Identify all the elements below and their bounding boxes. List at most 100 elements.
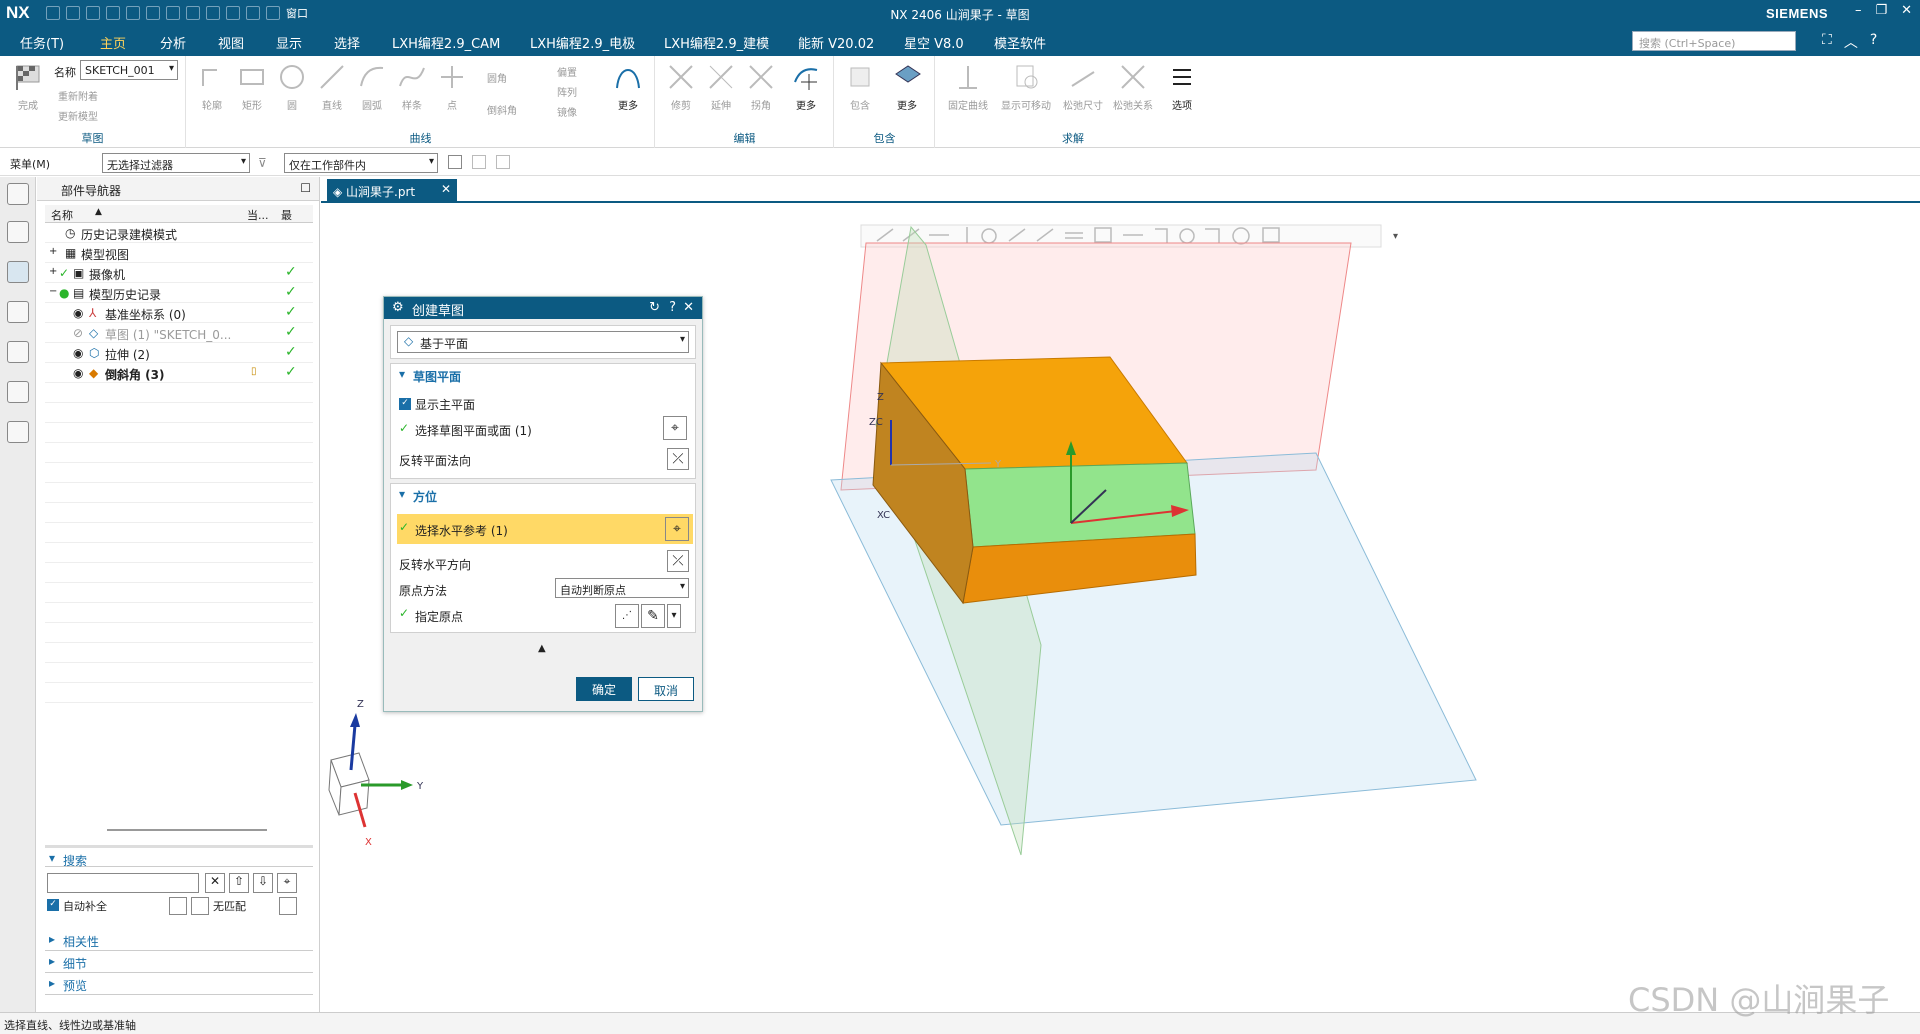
details-section[interactable]: 细节 (45, 951, 313, 973)
minimize-icon[interactable]: – (1855, 3, 1862, 18)
tab-select[interactable]: 选择 (334, 33, 360, 52)
settings-icon[interactable] (7, 183, 29, 205)
show-plane-checkbox[interactable]: ✓ (399, 398, 411, 410)
reverse-normal-icon[interactable]: ⤫ (667, 448, 689, 470)
reattach-button[interactable]: 重新附着 (58, 88, 98, 103)
tree-row[interactable]: − ● ▤ 模型历史记录 ✓ (45, 283, 313, 303)
column-latest[interactable]: 最 (281, 207, 292, 223)
menu-dropdown[interactable]: 菜单(M) (10, 156, 50, 172)
history-icon[interactable] (7, 341, 29, 363)
tree-row[interactable]: + ▦ 模型视图 (45, 243, 313, 263)
part-navigator-icon[interactable] (7, 261, 29, 283)
web-browser-icon[interactable] (7, 381, 29, 403)
relax-relation-button[interactable]: 松弛关系 (1108, 62, 1158, 112)
match-target-icon[interactable] (279, 897, 297, 915)
scope-select[interactable]: 仅在工作部件内 (284, 153, 438, 173)
include-more-button[interactable]: 更多 (887, 62, 927, 112)
filter-icon[interactable]: ⊽ (258, 156, 267, 170)
point-type-dropdown-icon[interactable]: ▾ (667, 604, 681, 628)
column-current[interactable]: 当... (247, 207, 269, 223)
ok-button[interactable]: 确定 (576, 677, 632, 701)
update-model-button[interactable]: 更新模型 (58, 108, 98, 123)
close-dialog-icon[interactable]: ✕ (683, 300, 694, 315)
show-movable-button[interactable]: 显示可移动 (996, 62, 1056, 112)
tree-row[interactable]: ◷ 历史记录建模模式 (45, 223, 313, 243)
reset-icon[interactable]: ↻ (649, 300, 660, 315)
selection-mode-icon[interactable] (496, 155, 510, 169)
column-name[interactable]: 名称 (51, 207, 73, 223)
search-up-icon[interactable]: ⇧ (229, 873, 249, 893)
spline-button[interactable]: 样条 (395, 62, 429, 112)
select-plane-label[interactable]: 选择草图平面或面 (1) (415, 422, 532, 439)
pattern-button[interactable]: 阵列 (557, 84, 577, 99)
tab-home[interactable]: 主页 (100, 33, 126, 52)
tab-display[interactable]: 显示 (276, 33, 302, 52)
close-tab-icon[interactable]: ✕ (441, 182, 451, 196)
maximize-panel-icon[interactable]: ☐ (300, 181, 311, 195)
extend-button[interactable]: 延伸 (704, 62, 738, 112)
rectangle-button[interactable]: 矩形 (235, 62, 269, 112)
navigator-search-input[interactable] (47, 873, 199, 893)
tree-row[interactable]: ◉ ⅄ 基准坐标系 (0) ✓ (45, 303, 313, 323)
fillet-button[interactable]: 圆角 (487, 70, 507, 85)
tree-row[interactable]: + ✓ ▣ 摄像机 ✓ (45, 263, 313, 283)
horizontal-ref-row[interactable]: ✓ 选择水平参考 (1) ⌖ (397, 514, 693, 544)
origin-method-select[interactable]: 自动判断原点 (555, 578, 689, 598)
specify-origin-label[interactable]: 指定原点 (415, 608, 463, 625)
tab-lxh-electrode[interactable]: LXH编程2.9_电极 (530, 33, 635, 52)
tab-task[interactable]: 任务(T) (20, 33, 64, 52)
expand-icon[interactable]: + (49, 266, 57, 277)
tab-mosheng[interactable]: 模圣软件 (994, 33, 1046, 52)
eye-icon[interactable]: ◉ (73, 346, 83, 360)
mirror-button[interactable]: 镜像 (557, 104, 577, 119)
tab-xingkong[interactable]: 星空 V8.0 (904, 33, 964, 52)
fix-curve-button[interactable]: 固定曲线 (940, 62, 996, 112)
tools-icon[interactable] (7, 421, 29, 443)
preview-section[interactable]: 预览 (45, 973, 313, 995)
profile-button[interactable]: 轮廓 (195, 62, 229, 112)
relax-dimension-button[interactable]: 松弛尺寸 (1058, 62, 1108, 112)
eye-icon[interactable]: ◉ (73, 306, 83, 320)
sketch-name-select[interactable]: SKETCH_001 (80, 60, 178, 80)
cancel-button[interactable]: 取消 (638, 677, 694, 701)
assembly-navigator-icon[interactable] (7, 221, 29, 243)
restore-icon[interactable]: ❐ (1875, 3, 1887, 18)
curve-more-button[interactable]: 更多 (611, 62, 645, 112)
help-icon[interactable]: ? (669, 300, 676, 315)
tree-row[interactable]: ◉ ⬡ 拉伸 (2) ✓ (45, 343, 313, 363)
tree-row[interactable]: ◉ ◆ 倒斜角 (3) ▯ ✓ (45, 363, 313, 383)
reuse-library-icon[interactable] (7, 301, 29, 323)
orientation-header[interactable]: 方位 (391, 484, 695, 506)
reverse-horizontal-icon[interactable]: ⤫ (667, 550, 689, 572)
point-button[interactable]: 点 (435, 62, 469, 112)
search-section-header[interactable]: 搜索 (45, 845, 313, 868)
collapse-ribbon-icon[interactable]: ︿ (1844, 32, 1858, 52)
command-search-input[interactable]: 搜索 (Ctrl+Space) (1632, 31, 1796, 51)
autocomplete-checkbox[interactable]: ✓ (47, 899, 59, 911)
sort-up-icon[interactable]: ▲ (95, 207, 102, 217)
arc-button[interactable]: 圆弧 (355, 62, 389, 112)
sketch-plane-header[interactable]: 草图平面 (391, 364, 695, 386)
highlight-option-icon[interactable] (191, 897, 209, 915)
include-button[interactable]: 包含 (841, 62, 879, 112)
corner-button[interactable]: 拐角 (744, 62, 778, 112)
fullscreen-icon[interactable]: ⛶ (1822, 32, 1832, 52)
trim-button[interactable]: 修剪 (664, 62, 698, 112)
tree-row[interactable]: ⊘ ◇ 草图 (1) "SKETCH_0... ✓ (45, 323, 313, 343)
select-feature-icon[interactable] (448, 155, 462, 169)
type-filter-select[interactable]: 无选择过滤器 (102, 153, 250, 173)
select-plane-crosshair-icon[interactable]: ⌖ (663, 416, 687, 440)
chamfer-button[interactable]: 倒斜角 (487, 102, 517, 117)
tab-analysis[interactable]: 分析 (160, 33, 186, 52)
tab-nengxin[interactable]: 能新 V20.02 (798, 33, 874, 52)
tab-lxh-cam[interactable]: LXH编程2.9_CAM (392, 33, 500, 52)
eye-icon[interactable]: ◉ (73, 366, 83, 380)
tab-lxh-modeling[interactable]: LXH编程2.9_建模 (664, 33, 769, 52)
options-button[interactable]: 选项 (1162, 62, 1202, 112)
finish-sketch-button[interactable]: 完成 (10, 62, 46, 112)
help-icon[interactable]: ? (1870, 32, 1877, 52)
inferred-point-icon[interactable]: ✎ (641, 604, 665, 628)
expand-icon[interactable]: + (49, 246, 57, 257)
clear-search-icon[interactable]: ✕ (205, 873, 225, 893)
collapse-icon[interactable]: − (49, 286, 57, 297)
